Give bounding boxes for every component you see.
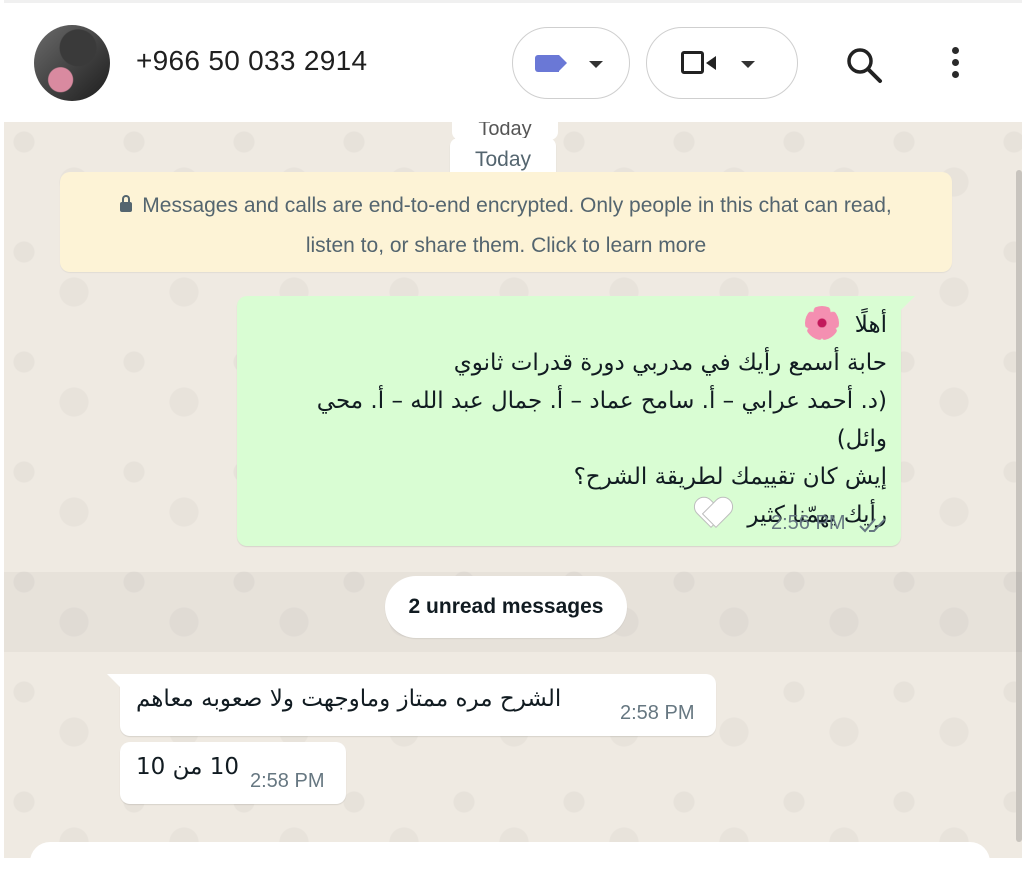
video-call-button[interactable] [646, 27, 798, 99]
incoming-message[interactable]: 10 من 10 2:58 PM [120, 742, 346, 804]
search-icon[interactable] [844, 45, 884, 85]
label-tag-icon [535, 55, 567, 72]
white-heart-icon [696, 498, 730, 528]
incoming-message[interactable]: الشرح مره ممتاز وماوجهت ولا صعوبه معاهم … [107, 674, 716, 736]
kebab-menu-icon[interactable] [948, 47, 962, 83]
outgoing-message[interactable]: أهلًا حابة أسمع رأيك في مدربي دورة قدرات… [237, 296, 915, 546]
chat-pane[interactable]: Today Today Messages and calls are end-t… [4, 122, 1022, 858]
chevron-down-icon [741, 61, 755, 68]
chat-header: +966 50 033 2914 [4, 0, 1022, 122]
encryption-notice[interactable]: Messages and calls are end-to-end encryp… [60, 172, 952, 272]
unread-messages-indicator: 2 unread messages [385, 576, 627, 638]
outgoing-message-text: أهلًا حابة أسمع رأيك في مدربي دورة قدرات… [267, 306, 887, 534]
message-line: أهلًا [267, 306, 887, 344]
incoming-message-text: الشرح مره ممتاز وماوجهت ولا صعوبه معاهم [136, 686, 562, 712]
message-line: حابة أسمع رأيك في مدربي دورة قدرات ثانوي [453, 350, 887, 376]
message-time: 2:56 PM [771, 512, 846, 534]
contact-name[interactable]: +966 50 033 2914 [136, 45, 367, 77]
chevron-down-icon [589, 61, 603, 68]
video-camera-icon [681, 51, 716, 74]
encryption-notice-text: Messages and calls are end-to-end encryp… [142, 194, 892, 257]
message-time: 2:58 PM [250, 770, 325, 792]
labels-button[interactable] [512, 27, 630, 99]
message-time: 2:58 PM [620, 702, 695, 724]
message-composer[interactable] [30, 842, 990, 882]
contact-avatar[interactable] [34, 25, 110, 101]
double-check-icon [859, 518, 886, 533]
message-line: (د. أحمد عرابي – أ. سامح عماد – أ. جمال … [316, 388, 887, 452]
chat-scrollbar[interactable] [1016, 170, 1022, 842]
message-line: إيش كان تقييمك لطريقة الشرح؟ [573, 464, 887, 490]
cherry-blossom-icon [805, 306, 840, 340]
lock-icon [120, 195, 133, 212]
incoming-message-text: 10 من 10 [136, 754, 240, 780]
greeting-text: أهلًا [854, 312, 887, 338]
